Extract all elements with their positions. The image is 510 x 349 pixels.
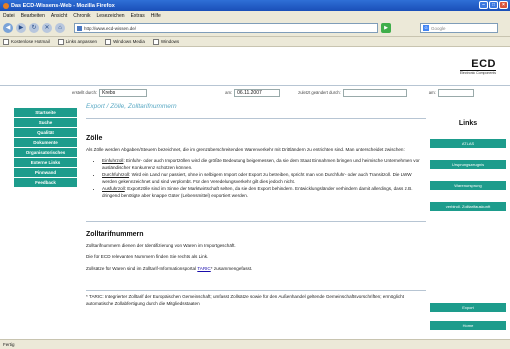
links-title: Links [458, 120, 478, 127]
list-item: Ausfuhrzoll: Exportzölle sind im Sinne d… [102, 186, 426, 199]
taric-link[interactable]: TARIC [197, 266, 210, 271]
close-button[interactable]: × [499, 1, 508, 9]
menu-hilfe[interactable]: Hilfe [151, 13, 161, 19]
bookmark-item[interactable]: Windows [153, 39, 179, 45]
address-text: http://www.ecd-wissen.de/ [84, 25, 137, 31]
paragraph: Die für ECD relevanten Nummern finden Si… [86, 254, 209, 259]
date-field[interactable]: 06.11.2007 [234, 88, 281, 97]
window-title: Das ECD-Wissens-Web - Mozilla Firefox [11, 2, 115, 9]
sidebar-nav: Startseite Suche Qualität Dokumente Orga… [14, 108, 77, 188]
changed-by-label: zuletzt geändert durch: [298, 90, 341, 95]
home-icon[interactable]: ⌂ [55, 23, 65, 33]
paragraph: Zolltarifnummern dienen der Identifizier… [86, 242, 236, 248]
changed-date-label: am: [428, 90, 436, 95]
link-warenursprung[interactable]: Warenursprung [430, 181, 506, 190]
navigation-toolbar: ◀ ▶ ↻ ✕ ⌂ http://www.ecd-wissen.de/ ▶ G … [0, 20, 510, 37]
search-input[interactable]: G Google [420, 23, 498, 33]
status-bar: Fertig [0, 339, 510, 349]
window-titlebar: Das ECD-Wissens-Web - Mozilla Firefox – … [0, 0, 510, 11]
menu-bearbeiten[interactable]: Bearbeiten [21, 13, 45, 19]
footnote: * TARIC: Integrierter Zolltarif der Euro… [86, 290, 426, 307]
link-zolltarifauskunft[interactable]: verbindl. Zolltarifauskunft [430, 202, 506, 211]
menu-chronik[interactable]: Chronik [73, 13, 90, 19]
link-atlas[interactable]: ATLAS [430, 139, 506, 148]
google-icon: G [423, 25, 429, 31]
paragraph: Zollsätze für Waren sind im Zolltarif-In… [86, 265, 253, 271]
document-meta: erstellt durch: Krebs am: 06.11.2007 zul… [72, 88, 502, 97]
menu-bar: Datei Bearbeiten Ansicht Chronik Lesezei… [0, 11, 510, 20]
sidebar-item-feedback[interactable]: Feedback [14, 178, 77, 187]
zoll-types-list: Einfuhrzoll: Einfuhr- oder auch Importzö… [102, 158, 426, 199]
bookmarks-bar: Kostenlose Hotmail Links anpassen Window… [0, 37, 510, 47]
main-content: Zölle Als Zölle werden Abgaben/Steuern b… [86, 118, 426, 312]
window-controls: – □ × [479, 1, 508, 9]
header-divider [0, 85, 510, 86]
back-arrow-icon[interactable]: ◀ [3, 23, 13, 33]
date-label: am: [225, 90, 233, 95]
section-heading-zolltarifnummern: Zolltarifnummern [86, 231, 144, 238]
link-ursprungszeugnis[interactable]: Ursprungszeugnis [430, 160, 506, 169]
list-item: Durchfuhrzoll: Wird ein Land nur passier… [102, 172, 426, 185]
search-placeholder: Google [431, 25, 446, 31]
changed-by-field[interactable] [342, 88, 407, 97]
bookmark-item[interactable]: Windows Media [105, 39, 145, 45]
breadcrumb: Export / Zölle, Zolltarifnummern [86, 103, 177, 110]
maximize-button[interactable]: □ [489, 1, 498, 9]
site-icon [77, 25, 82, 31]
links-panel: Links ATLAS Ursprungszeugnis Warenurspru… [430, 120, 506, 223]
bookmark-item[interactable]: Links anpassen [58, 39, 97, 45]
menu-lesezeichen[interactable]: Lesezeichen [97, 13, 125, 19]
sidebar-item-startseite[interactable]: Startseite [14, 108, 77, 117]
bookmark-item[interactable]: Kostenlose Hotmail [3, 39, 50, 45]
ecd-logo: ECD Electronic Components [459, 58, 496, 75]
changed-date-field[interactable] [437, 88, 474, 97]
link-export[interactable]: Export [430, 303, 506, 312]
sidebar-item-externe-links[interactable]: Externe Links [14, 158, 77, 167]
minimize-button[interactable]: – [479, 1, 488, 9]
sidebar-item-organisatorisches[interactable]: Organisatorisches [14, 148, 77, 157]
stop-icon[interactable]: ✕ [42, 23, 52, 33]
intro-paragraph: Als Zölle werden Abgaben/Steuern bezeich… [86, 146, 405, 152]
sidebar-item-pinnwand[interactable]: Pinnwand [14, 168, 77, 177]
link-home[interactable]: Home [430, 321, 506, 330]
go-button[interactable]: ▶ [381, 23, 391, 33]
sidebar-item-dokumente[interactable]: Dokumente [14, 138, 77, 147]
created-by-field[interactable]: Krebs [99, 88, 148, 97]
address-bar[interactable]: http://www.ecd-wissen.de/ [74, 23, 378, 33]
forward-arrow-icon[interactable]: ▶ [16, 23, 26, 33]
section-heading-zoelle: Zölle [86, 135, 103, 142]
reload-icon[interactable]: ↻ [29, 23, 39, 33]
sidebar-item-qualitaet[interactable]: Qualität [14, 128, 77, 137]
section-divider [86, 221, 426, 222]
menu-extras[interactable]: Extras [131, 13, 145, 19]
menu-datei[interactable]: Datei [3, 13, 15, 19]
page-viewport: ECD Electronic Components erstellt durch… [0, 48, 510, 339]
list-item: Einfuhrzoll: Einfuhr- oder auch Importzö… [102, 158, 426, 171]
created-by-label: erstellt durch: [72, 90, 98, 95]
menu-ansicht[interactable]: Ansicht [51, 13, 67, 19]
firefox-icon [3, 2, 9, 9]
sidebar-item-suche[interactable]: Suche [14, 118, 77, 127]
